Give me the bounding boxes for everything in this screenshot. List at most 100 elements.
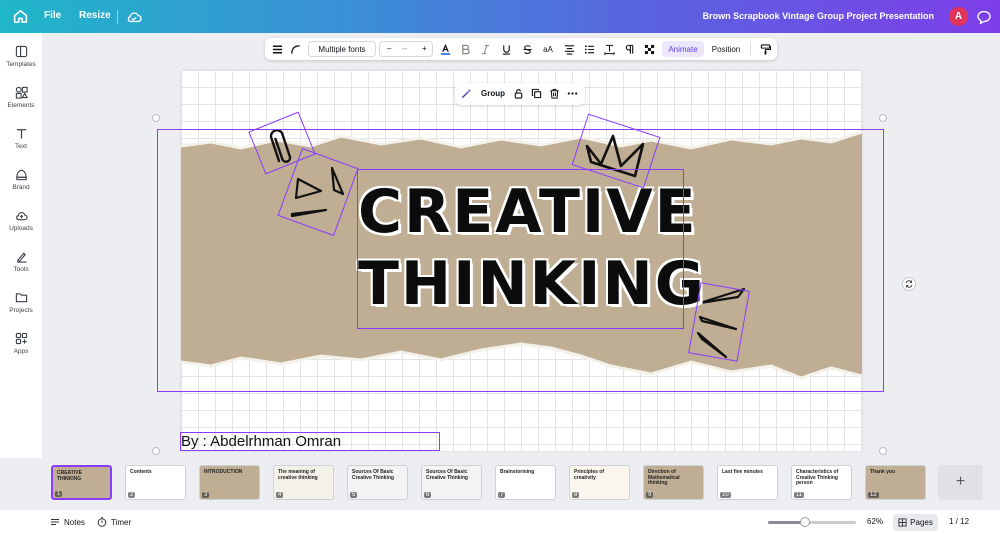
elements-icon [15, 86, 28, 99]
sidebar-item-apps[interactable]: Apps [0, 332, 42, 355]
page-thumbnail[interactable]: The meaning of creative thinking 4 [273, 465, 334, 500]
sidebar-item-label: Uploads [9, 225, 33, 232]
list-button[interactable] [581, 38, 597, 60]
thumbnail-title: Brainstorming [500, 469, 535, 475]
underline-icon [502, 44, 510, 55]
rotate-handle[interactable] [902, 277, 916, 291]
resize-menu[interactable]: Resize [79, 10, 111, 21]
projects-icon [15, 293, 27, 303]
letter-case-button[interactable]: aA [540, 38, 556, 60]
thumbnail-title: Sources Of Basic Creative Thinking [426, 469, 468, 481]
sidebar-item-tools[interactable]: Tools [0, 250, 42, 273]
copy-style-button[interactable] [757, 38, 773, 60]
topbar-divider [117, 10, 118, 24]
pages-button[interactable]: Pages [893, 514, 938, 531]
zoom-slider-knob[interactable] [799, 517, 810, 527]
rotate-icon [905, 280, 913, 288]
page-thumbnail[interactable]: Brainstorming 7 [495, 465, 556, 500]
line-spacing-button[interactable] [269, 38, 285, 60]
page-thumbnail[interactable]: Sources Of Basic Creative Thinking 5 [347, 465, 408, 500]
user-avatar[interactable]: A [949, 7, 968, 26]
home-icon[interactable] [12, 8, 29, 25]
page-thumbnail[interactable]: Characteristics of Creative Thinking per… [791, 465, 852, 500]
sidebar-item-projects[interactable]: Projects [0, 291, 42, 314]
sidebar-item-label: Templates [6, 61, 36, 68]
decrease-size-button[interactable]: – [387, 44, 391, 53]
sidebar-item-label: Text [15, 143, 27, 150]
strikethrough-icon [522, 44, 532, 54]
corner-rounding-button[interactable] [287, 38, 303, 60]
page-thumbnail[interactable]: Principles of creativity 8 [569, 465, 630, 500]
page-thumbnail[interactable]: Thank you 12 [865, 465, 926, 500]
position-button[interactable]: Position [707, 38, 745, 60]
group-context-bar: Group [455, 83, 585, 105]
italic-button[interactable] [477, 38, 493, 60]
timer-button[interactable]: Timer [97, 517, 131, 527]
timer-icon [97, 517, 107, 527]
notes-label: Notes [64, 517, 85, 527]
thumbnail-title: Contents [130, 469, 152, 475]
paint-roller-icon [760, 43, 771, 55]
sidebar-item-text[interactable]: Text [0, 127, 42, 150]
more-options-icon[interactable] [567, 88, 578, 99]
thumbnail-number: 1 [55, 491, 63, 497]
comment-icon[interactable] [976, 9, 992, 25]
spacing-button[interactable] [601, 38, 617, 60]
animate-button[interactable]: Animate [662, 41, 704, 57]
text-icon [16, 129, 26, 139]
apps-icon [15, 332, 27, 345]
thumbnail-title: Principles of creativity [574, 469, 605, 481]
thumbnail-title: Sources Of Basic Creative Thinking [352, 469, 394, 481]
transparency-button[interactable] [641, 38, 657, 60]
duplicate-icon[interactable] [531, 88, 542, 99]
resize-handle-top-right[interactable] [879, 114, 887, 122]
page-thumbnail[interactable]: Direction of Mathematical thinking 9 [643, 465, 704, 500]
top-bar: File Resize Brown Scrapbook Vintage Grou… [0, 0, 1000, 33]
group-button[interactable]: Group [481, 89, 505, 98]
sidebar-item-label: Brand [12, 184, 30, 191]
thumbnail-title: Direction of Mathematical thinking [648, 469, 680, 486]
sidebar-item-uploads[interactable]: Uploads [0, 209, 42, 232]
zoom-percentage[interactable]: 62% [867, 517, 883, 526]
font-size-value[interactable]: -- [402, 44, 407, 53]
page-thumbnail[interactable]: INTRODUCTION 3 [199, 465, 260, 500]
sidebar-item-elements[interactable]: Elements [0, 86, 42, 109]
underline-button[interactable] [498, 38, 514, 60]
alignment-button[interactable] [561, 38, 577, 60]
spacing-icon [603, 44, 615, 55]
cloud-saved-icon[interactable] [126, 9, 142, 25]
page-thumbnail[interactable]: CREATIVE THINKING 1 [51, 465, 112, 500]
resize-handle-bottom-right[interactable] [879, 447, 887, 455]
headline-line-2[interactable]: THINKING [358, 254, 704, 314]
strikethrough-button[interactable] [519, 38, 535, 60]
text-effects-button[interactable] [621, 38, 637, 60]
thumbnail-title: Characteristics of Creative Thinking per… [796, 469, 839, 486]
font-size-stepper[interactable]: – -- + [379, 41, 433, 57]
trash-icon[interactable] [549, 88, 560, 99]
increase-size-button[interactable]: + [422, 44, 427, 53]
page-thumbnail[interactable]: Contents 2 [125, 465, 186, 500]
resize-handle-top-left[interactable] [152, 114, 160, 122]
bold-button[interactable] [457, 38, 473, 60]
toolbar-divider [750, 42, 751, 56]
notes-button[interactable]: Notes [50, 517, 85, 527]
sidebar-item-templates[interactable]: Templates [0, 45, 42, 68]
byline-text[interactable]: By : Abdelrhman Omran [181, 432, 439, 451]
sidebar-item-brand[interactable]: Brand [0, 168, 42, 191]
document-title[interactable]: Brown Scrapbook Vintage Group Project Pr… [703, 11, 934, 21]
add-page-button[interactable]: + [938, 465, 983, 500]
headline-line-1[interactable]: CREATIVE [358, 182, 696, 242]
bottom-bar: Notes Timer 62% Pages 1 / 12 [0, 510, 1000, 534]
thumbnail-title: Thank you [870, 469, 896, 475]
text-color-button[interactable] [437, 38, 453, 60]
templates-icon [15, 45, 27, 58]
lock-icon[interactable] [513, 88, 524, 99]
font-family-dropdown[interactable]: Multiple fonts [308, 41, 376, 57]
page-thumbnail[interactable]: Sources Of Basic Creative Thinking 6 [421, 465, 482, 500]
file-menu[interactable]: File [44, 10, 61, 21]
thumbnail-number: 4 [276, 492, 284, 498]
resize-handle-bottom-left[interactable] [152, 447, 160, 455]
zoom-slider[interactable] [768, 517, 856, 527]
magic-edit-icon[interactable] [461, 88, 472, 99]
page-thumbnail[interactable]: Last five minutes 10 [717, 465, 778, 500]
